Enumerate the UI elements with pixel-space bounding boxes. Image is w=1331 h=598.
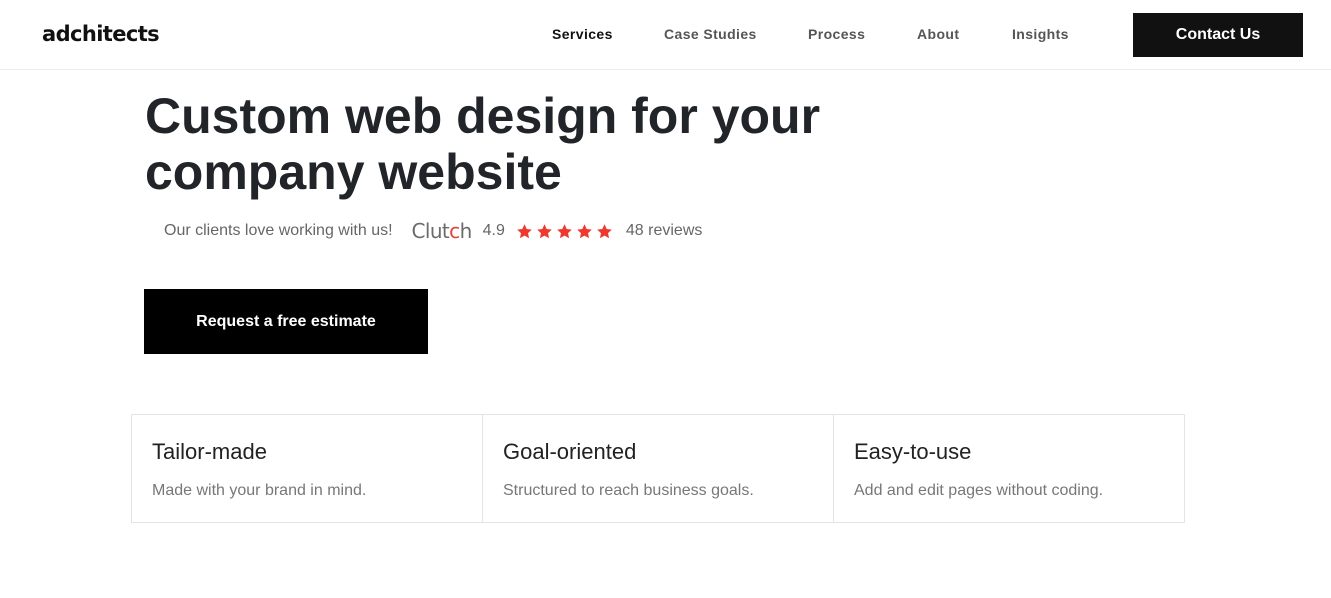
rating-lead-text: Our clients love working with us!	[164, 222, 393, 239]
rating-stars	[516, 223, 616, 240]
star-icon	[597, 223, 612, 238]
nav-case-studies[interactable]: Case Studies	[664, 26, 757, 42]
feature-title: Tailor-made	[152, 439, 267, 464]
page-title-line-2: company website	[145, 144, 562, 200]
clutch-logo[interactable]: Clutch	[411, 219, 473, 243]
clutch-logo-part-1: Clut	[411, 219, 450, 243]
nav-services[interactable]: Services	[552, 26, 613, 42]
feature-card-goal-oriented: Goal-oriented Structured to reach busine…	[482, 414, 834, 523]
feature-title: Goal-oriented	[503, 439, 637, 464]
feature-title: Easy-to-use	[854, 439, 972, 464]
features-list: Tailor-made Made with your brand in mind…	[131, 414, 1187, 523]
clutch-logo-accent: c	[449, 219, 460, 243]
feature-card-tailor-made: Tailor-made Made with your brand in mind…	[131, 414, 483, 523]
page-title-line-1: Custom web design for your	[145, 88, 821, 144]
site-header: adchitects Services Case Studies Process…	[0, 0, 1331, 70]
rating-score: 4.9	[482, 222, 505, 239]
feature-description: Structured to reach business goals.	[503, 482, 754, 499]
clutch-logo-part-2: h	[459, 219, 473, 243]
main-nav: Services Case Studies Process About Insi…	[0, 0, 1331, 70]
reviews-count[interactable]: 48 reviews	[626, 222, 702, 240]
nav-insights[interactable]: Insights	[1012, 26, 1069, 42]
contact-us-button[interactable]: Contact Us	[1133, 13, 1303, 57]
clutch-rating: Our clients love working with us! Clutch…	[164, 219, 702, 243]
star-icon	[537, 223, 552, 238]
star-icon	[577, 223, 592, 238]
feature-description: Add and edit pages without coding.	[854, 482, 1104, 499]
page-title: Custom web design for your company websi…	[145, 88, 905, 200]
nav-about[interactable]: About	[917, 26, 959, 42]
request-estimate-button[interactable]: Request a free estimate	[144, 289, 428, 354]
feature-description: Made with your brand in mind.	[152, 482, 367, 499]
star-icon	[517, 223, 532, 238]
star-icon	[557, 223, 572, 238]
nav-process[interactable]: Process	[808, 26, 865, 42]
feature-card-easy-to-use: Easy-to-use Add and edit pages without c…	[833, 414, 1185, 523]
